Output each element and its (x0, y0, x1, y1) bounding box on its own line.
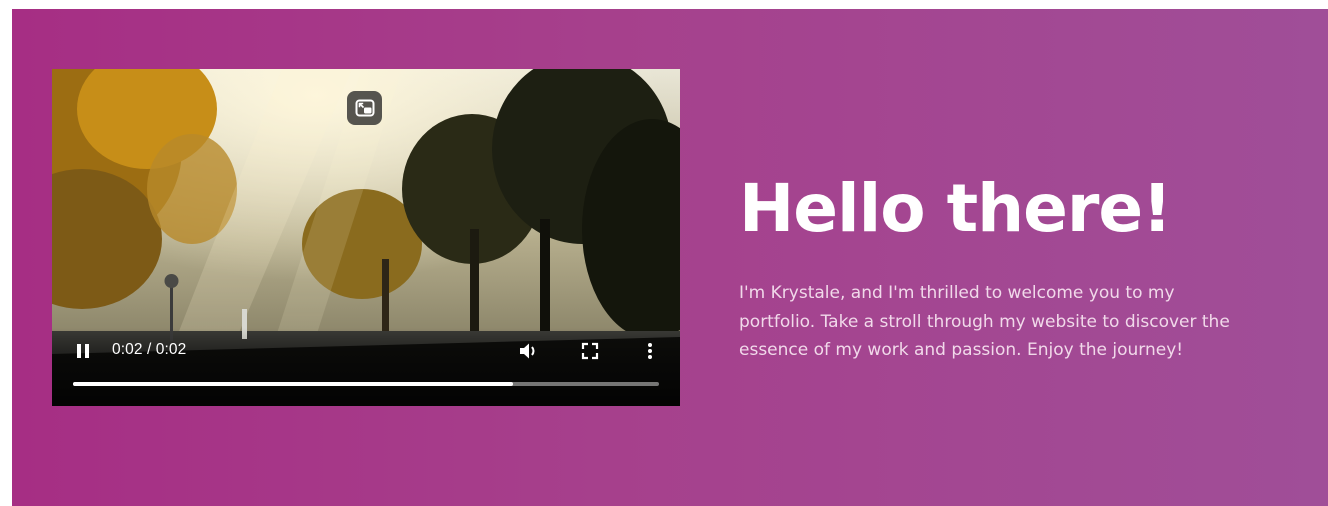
more-options-button[interactable] (638, 340, 662, 362)
intro-text-block: Hello there! I'm Krystale, and I'm thril… (739, 169, 1259, 365)
video-progress-bar[interactable] (73, 382, 659, 386)
video-player[interactable]: 0:02 / 0:02 (52, 69, 680, 406)
video-time-display: 0:02 / 0:02 (112, 341, 187, 358)
hero-section: 0:02 / 0:02 Hello there! I'm Krystale, a… (12, 9, 1328, 506)
video-progress-fill (73, 382, 513, 386)
picture-in-picture-icon (355, 99, 374, 117)
intro-paragraph: I'm Krystale, and I'm thrilled to welcom… (739, 283, 1230, 360)
pause-icon (77, 344, 89, 358)
fullscreen-button[interactable] (578, 340, 602, 362)
volume-button[interactable] (517, 340, 541, 362)
pause-button[interactable] (72, 340, 94, 362)
more-options-icon (648, 343, 652, 359)
video-controls: 0:02 / 0:02 (52, 328, 680, 406)
fullscreen-icon (581, 342, 599, 360)
picture-in-picture-button[interactable] (347, 91, 382, 125)
page-headline: Hello there! (739, 170, 1172, 247)
volume-icon (520, 343, 535, 359)
